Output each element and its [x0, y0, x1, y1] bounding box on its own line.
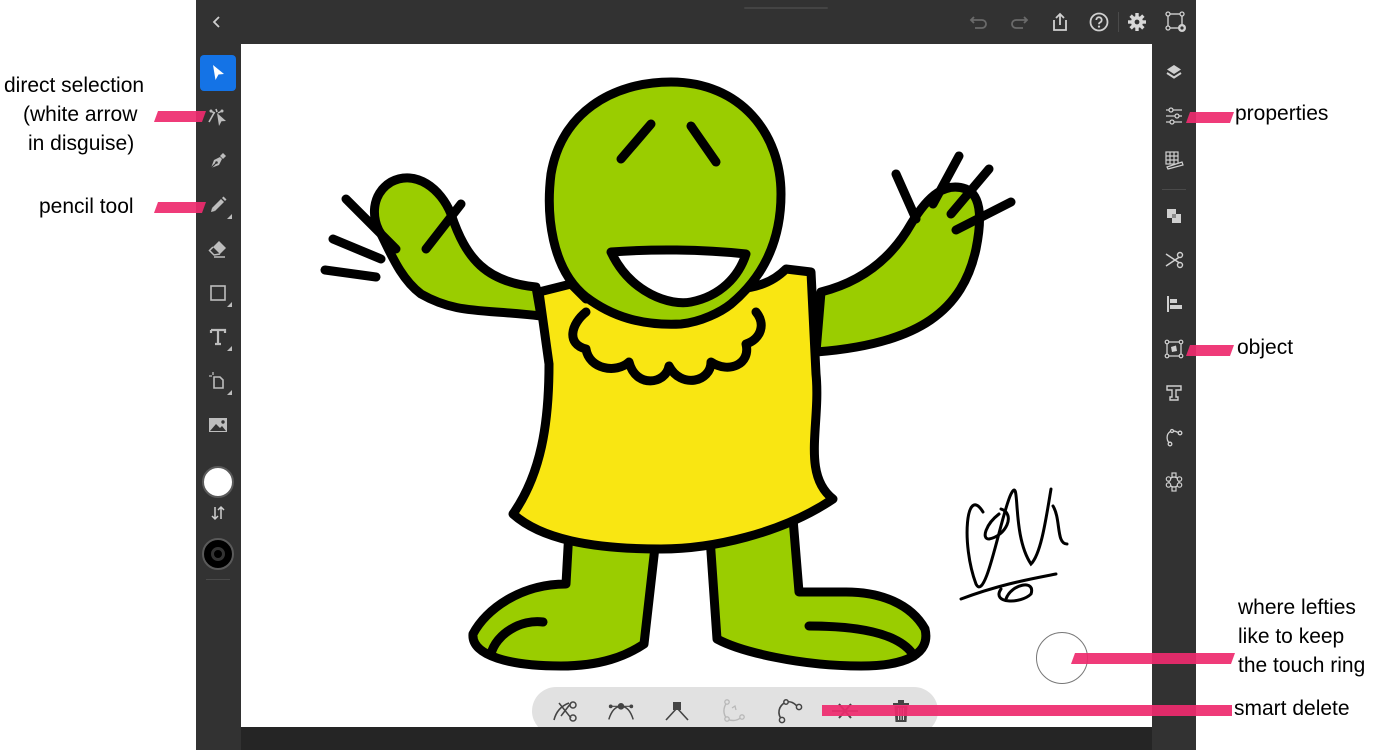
cut-button[interactable] [1160, 246, 1188, 274]
undo-button[interactable] [967, 10, 991, 34]
object-button[interactable] [1160, 335, 1188, 363]
annotation-touch-ring-line1: where lefties [1238, 596, 1356, 619]
annotation-touch-ring-line2: like to keep [1238, 625, 1345, 648]
object-icon [1164, 339, 1184, 359]
undo-icon [969, 16, 987, 29]
open-path-button[interactable] [774, 697, 804, 725]
pathfinder-icon [1167, 209, 1181, 223]
toolbar-divider [1162, 189, 1186, 190]
back-button[interactable] [205, 10, 229, 34]
selection-arrow-icon [213, 65, 224, 80]
canvas-bottom-edge [241, 727, 1152, 750]
help-icon [1089, 12, 1109, 32]
layers-button[interactable] [1160, 58, 1188, 86]
direct-selection-icon [208, 108, 226, 126]
path-button[interactable] [1160, 423, 1188, 451]
canvas[interactable] [241, 44, 1152, 727]
layers-icon [1166, 65, 1182, 79]
pen-icon [210, 153, 226, 169]
character-artwork [320, 77, 1069, 671]
tool-pen[interactable] [200, 143, 236, 179]
settings-button[interactable] [1125, 10, 1149, 34]
app-window [196, 0, 1196, 750]
tool-type[interactable] [200, 319, 236, 355]
tool-eraser[interactable] [200, 231, 236, 267]
annotation-marker [153, 202, 207, 213]
eraser-icon [208, 241, 226, 258]
tool-pencil[interactable] [200, 187, 236, 223]
tool-place-image[interactable] [200, 407, 236, 443]
reverse-path-icon [723, 699, 745, 722]
annotation-direct-selection-line2: (white arrow [23, 103, 138, 126]
submenu-indicator [227, 346, 232, 351]
tool-shapes[interactable] [200, 275, 236, 311]
help-button[interactable] [1087, 10, 1111, 34]
annotation-smart-delete: smart delete [1234, 697, 1350, 720]
tool-transform[interactable] [200, 363, 236, 399]
repeat-button[interactable] [1160, 468, 1188, 496]
window-grabber[interactable] [744, 7, 828, 9]
grid-rulers-button[interactable] [1160, 146, 1188, 174]
annotation-object: object [1237, 336, 1294, 359]
annotation-touch-ring-line3: the touch ring [1238, 654, 1366, 677]
path-icon [1166, 428, 1183, 447]
share-icon [1053, 12, 1067, 31]
grid-ruler-icon [1165, 151, 1184, 170]
swap-arrows-icon [211, 505, 225, 521]
toolbar-divider [206, 579, 230, 580]
top-bar [196, 0, 1196, 44]
corner-anchor-icon [665, 702, 689, 721]
type-properties-button[interactable] [1160, 379, 1188, 407]
rectangle-icon [210, 285, 226, 301]
annotation-marker [1185, 112, 1235, 123]
properties-button[interactable] [1160, 102, 1188, 130]
annotation-pencil-tool: pencil tool [39, 195, 134, 218]
type-icon [209, 328, 227, 346]
right-toolbar [1152, 44, 1196, 750]
cut-path-button[interactable] [550, 697, 580, 725]
stroke-ring [211, 547, 225, 561]
open-path-icon [778, 699, 803, 724]
tool-direct-selection[interactable] [200, 99, 236, 135]
redo-icon [1011, 16, 1029, 29]
annotation-direct-selection-line1: direct selection [4, 74, 145, 97]
chevron-left-icon [212, 16, 220, 28]
text-properties-icon [1166, 385, 1182, 401]
swap-colors-button[interactable] [200, 500, 236, 526]
annotation-marker [1070, 653, 1236, 664]
submenu-indicator [227, 302, 232, 307]
properties-icon [1166, 107, 1182, 125]
combine-shapes-button[interactable] [1160, 202, 1188, 230]
annotation-marker [1185, 345, 1235, 356]
align-icon [1167, 296, 1182, 312]
share-button[interactable] [1048, 10, 1072, 34]
annotation-marker [153, 111, 207, 122]
tool-selection[interactable] [200, 55, 236, 91]
annotation-properties: properties [1235, 102, 1329, 125]
settings-icon [1128, 13, 1146, 31]
transform-icon [209, 372, 224, 389]
scissors-icon [1165, 251, 1184, 269]
submenu-indicator [227, 390, 232, 395]
corner-anchor-button[interactable] [662, 697, 692, 725]
pencil-icon [211, 196, 227, 212]
signature [959, 487, 1069, 603]
stroke-color-swatch[interactable] [202, 538, 234, 570]
redo-button[interactable] [1007, 10, 1031, 34]
toolbar-divider [1118, 12, 1119, 32]
artboards-button[interactable] [1164, 10, 1188, 34]
annotation-marker [822, 705, 1232, 716]
submenu-indicator [227, 214, 232, 219]
artboard-preview-icon [1165, 11, 1186, 32]
cut-path-icon [553, 701, 577, 722]
left-toolbar [196, 44, 240, 750]
align-button[interactable] [1160, 290, 1188, 318]
smooth-anchor-icon [608, 703, 634, 720]
repeat-grid-icon [1165, 472, 1183, 492]
reverse-path-button[interactable] [718, 697, 748, 725]
fill-color-swatch[interactable] [202, 466, 234, 498]
annotation-direct-selection-line3: in disguise) [28, 132, 135, 155]
image-icon [209, 418, 227, 432]
smooth-anchor-button[interactable] [606, 697, 636, 725]
